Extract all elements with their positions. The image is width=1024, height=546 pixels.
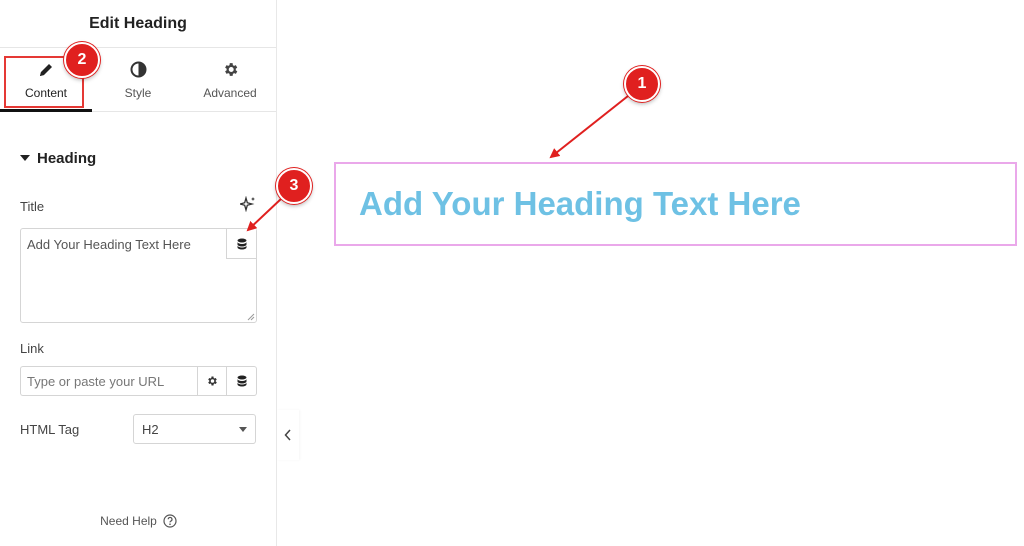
need-help-label: Need Help [100, 514, 157, 528]
gear-icon [208, 376, 217, 386]
half-circle-icon [130, 60, 147, 80]
tab-style-label: Style [124, 85, 152, 100]
title-field-label: Title [20, 199, 45, 214]
panel-tabs: Content Style Advanced [0, 48, 276, 112]
link-field [20, 366, 257, 396]
collapse-panel-button[interactable] [277, 410, 299, 460]
heading-text[interactable]: Add Your Heading Text Here [359, 185, 801, 223]
title-textarea[interactable]: Add Your Heading Text Here [20, 228, 257, 323]
ai-sparkle-icon[interactable] [237, 195, 256, 217]
resize-grip-icon[interactable] [247, 313, 255, 321]
html-tag-label: HTML Tag [20, 421, 80, 437]
gear-icon [222, 60, 239, 80]
chevron-left-icon [284, 429, 291, 441]
pencil-icon [38, 60, 54, 80]
tab-style[interactable]: Style [92, 48, 184, 111]
need-help-link[interactable]: Need Help [0, 514, 277, 528]
caret-down-icon [20, 155, 30, 161]
html-tag-value: H2 [142, 421, 159, 437]
panel-header: Edit Heading [0, 0, 276, 48]
html-tag-select[interactable]: H2 [133, 414, 256, 444]
chevron-down-icon [239, 426, 247, 432]
annotation-badge-1: 1 [624, 66, 660, 102]
annotation-arrow-1 [549, 95, 629, 159]
section-heading-label: Heading [37, 149, 97, 167]
dynamic-tags-button[interactable] [226, 229, 256, 259]
annotation-badge-2: 2 [64, 42, 100, 78]
title-field-wrap: Add Your Heading Text Here [20, 228, 257, 323]
link-field-label: Link [20, 341, 44, 356]
tab-advanced-label: Advanced [203, 85, 257, 100]
section-heading-toggle[interactable]: Heading [0, 148, 276, 168]
question-circle-icon [163, 514, 177, 528]
panel-title: Edit Heading [89, 14, 187, 32]
editor-panel: Edit Heading Content Style Advanced Head… [0, 0, 277, 546]
database-icon [237, 238, 246, 249]
database-icon [237, 375, 246, 387]
link-input[interactable] [20, 366, 197, 396]
tab-advanced[interactable]: Advanced [184, 48, 276, 111]
annotation-badge-3: 3 [276, 168, 312, 204]
tab-content-label: Content [24, 85, 68, 100]
link-dynamic-tags-button[interactable] [227, 366, 257, 396]
heading-widget[interactable]: Add Your Heading Text Here [334, 162, 1017, 246]
link-options-button[interactable] [197, 366, 227, 396]
